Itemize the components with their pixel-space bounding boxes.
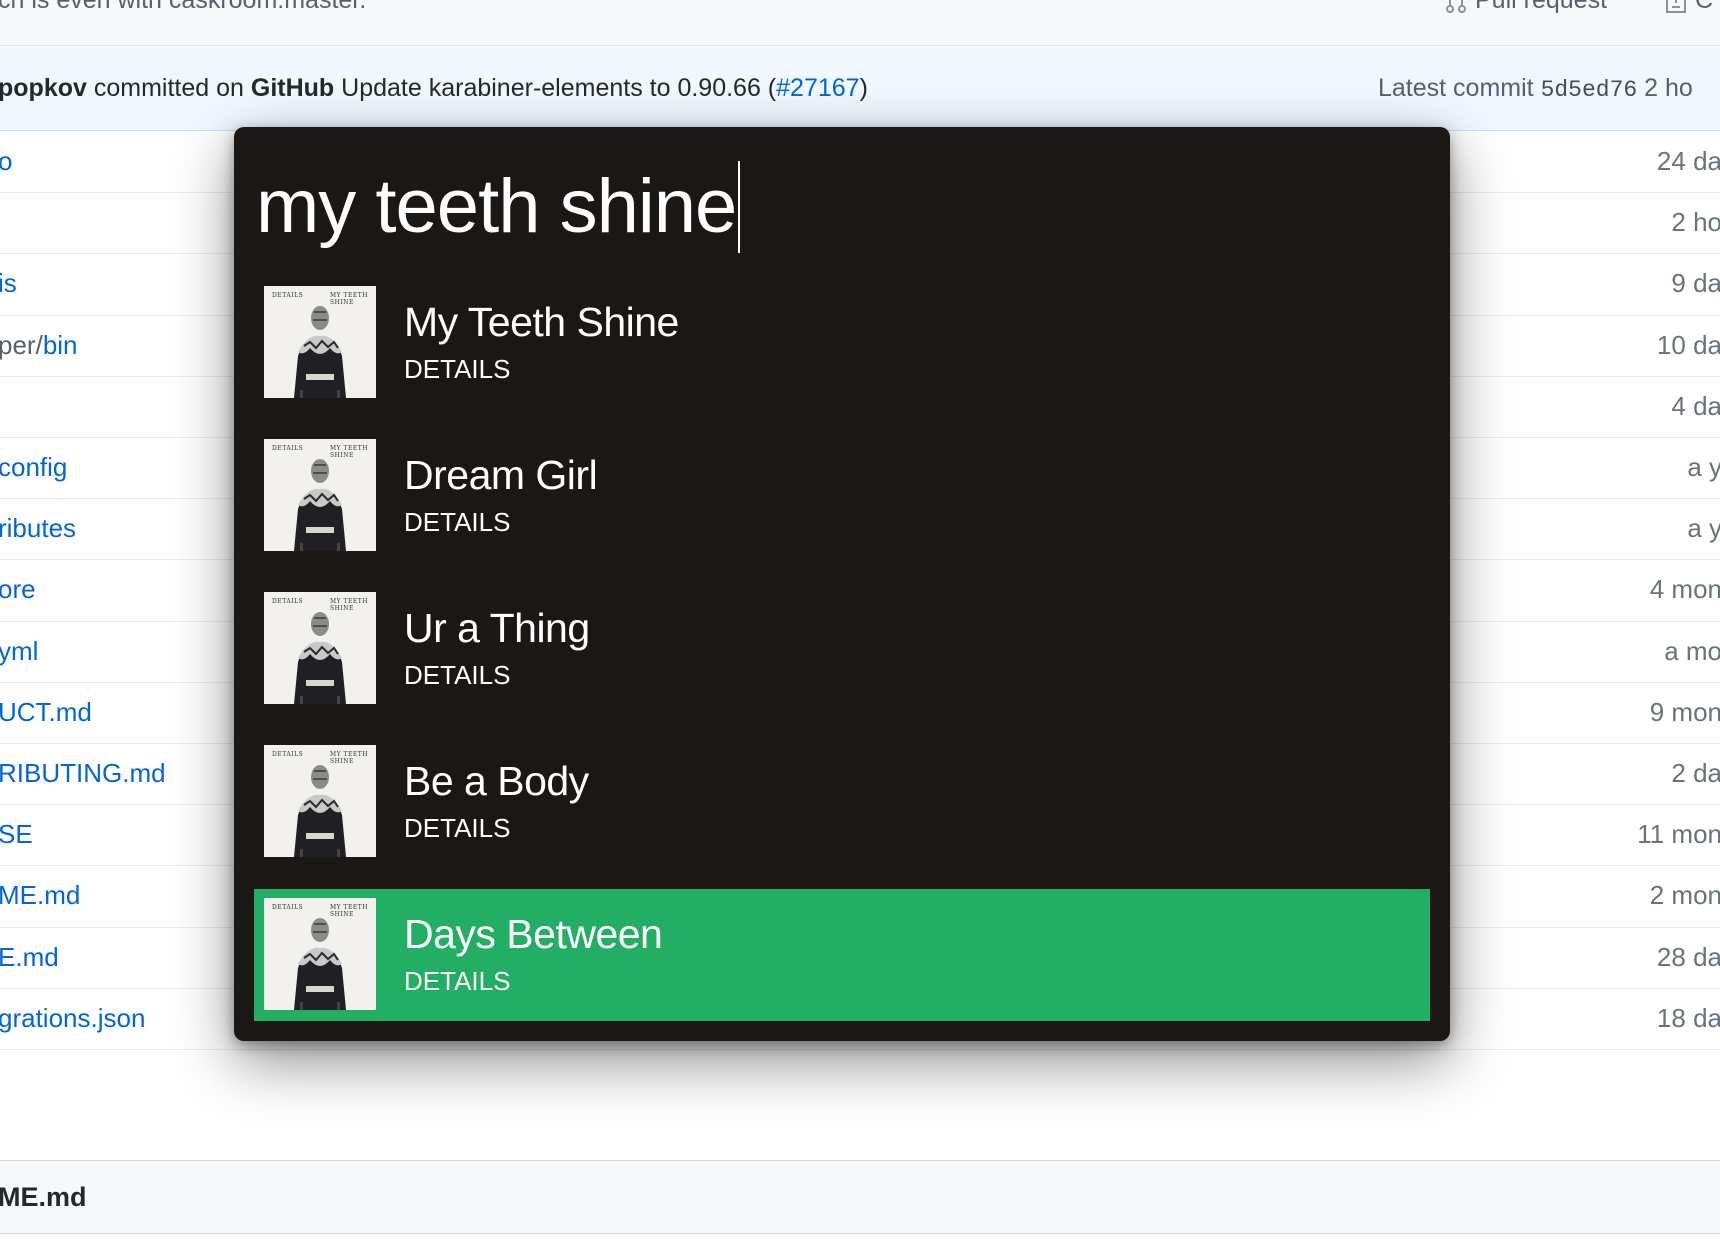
result-title: Days Between	[404, 911, 663, 957]
file-dir-prefix: per/	[0, 329, 43, 360]
file-name: o	[0, 146, 13, 176]
pull-request-icon	[1446, 0, 1466, 13]
search-launcher-panel: my teeth shine DETAILS MY TEETH SHINE My T…	[234, 127, 1450, 1041]
file-age: 2 da	[1671, 758, 1720, 788]
file-name: E.md	[0, 941, 59, 972]
search-result-item[interactable]: DETAILS MY TEETH SHINE Days Between DETAILS	[254, 889, 1430, 1021]
file-age: 10 da	[1656, 329, 1720, 360]
file-name-link[interactable]: is	[0, 253, 17, 314]
search-result-item[interactable]: DETAILS MY TEETH SHINE Dream Girl DETAILS	[254, 430, 1430, 562]
file-name: UCT.md	[0, 696, 92, 727]
latest-commit-info: Latest commit 5d5ed76 2 ho	[1378, 46, 1693, 132]
commit-sha[interactable]: 5d5ed76	[1541, 77, 1638, 103]
file-age: 2 ho	[1671, 207, 1720, 238]
file-name-link[interactable]: ributes	[0, 498, 76, 559]
file-age: 9 da	[1671, 268, 1720, 299]
album-art-thumbnail: DETAILS MY TEETH SHINE	[264, 439, 376, 551]
compare-button[interactable]: C	[1665, 0, 1713, 15]
search-result-item[interactable]: DETAILS MY TEETH SHINE Ur a Thing DETAILS	[254, 583, 1430, 715]
file-name: ME.md	[0, 880, 81, 911]
file-name-link[interactable]: grations.json	[0, 988, 145, 1049]
compare-label: C	[1695, 0, 1714, 14]
search-input[interactable]: my teeth shine	[256, 157, 741, 257]
file-age: 2 mon	[1649, 880, 1720, 911]
file-age: 9 mon	[1649, 696, 1720, 727]
file-age: 24 da	[1656, 146, 1720, 176]
file-name: yml	[0, 635, 39, 666]
file-age: a y	[1687, 452, 1720, 482]
pull-request-button[interactable]: Pull request	[1445, 0, 1607, 15]
compare-icon	[1666, 0, 1686, 13]
file-name-link[interactable]: ore	[0, 559, 36, 620]
album-art-thumbnail: DETAILS MY TEETH SHINE	[264, 898, 376, 1010]
pull-request-label: Pull request	[1475, 0, 1608, 14]
file-name-link[interactable]: UCT.md	[0, 682, 92, 743]
album-art-thumbnail: DETAILS MY TEETH SHINE	[264, 745, 376, 857]
album-art-text-right: MY TEETH SHINE	[330, 445, 369, 459]
result-title: Be a Body	[404, 758, 589, 804]
file-name: SE	[0, 819, 33, 850]
album-art-text-right: MY TEETH SHINE	[330, 904, 369, 918]
album-art-thumbnail: DETAILS MY TEETH SHINE	[264, 286, 376, 398]
file-name: bin	[42, 329, 78, 360]
file-age: 18 da	[1656, 1002, 1720, 1033]
result-title: Dream Girl	[404, 452, 598, 498]
commit-platform: GitHub	[250, 74, 335, 102]
file-name-link[interactable]: RIBUTING.md	[0, 743, 166, 804]
file-name: ore	[0, 574, 36, 605]
file-name: is	[0, 268, 17, 299]
file-age: 4 da	[1671, 390, 1720, 421]
branch-status-text: ch is even with caskroom:master.	[0, 0, 367, 14]
latest-commit-label: Latest commit	[1378, 74, 1534, 102]
file-age: a y	[1687, 513, 1720, 544]
file-age: a mo	[1664, 635, 1720, 666]
commit-message[interactable]: Update karabiner-elements to 0.90.66 (	[341, 74, 776, 102]
search-results-list: DETAILS MY TEETH SHINE My Teeth Shine DETAI…	[254, 277, 1430, 1042]
album-art-text-right: MY TEETH SHINE	[330, 598, 369, 612]
readme-title[interactable]: ME.md	[0, 1161, 87, 1233]
file-name-link[interactable]: o	[0, 131, 12, 192]
commit-summary: popkov committed on GitHub Update karabi…	[0, 46, 868, 130]
commit-message-end: )	[859, 74, 868, 102]
file-age: 11 mon	[1637, 819, 1720, 850]
search-query-text: my teeth shine	[256, 164, 737, 249]
file-name-link[interactable]: ME.md	[0, 865, 80, 926]
album-art-text-left: DETAILS	[272, 445, 304, 452]
file-name-link[interactable]: config	[0, 437, 67, 498]
latest-commit-bar: popkov committed on GitHub Update karabi…	[0, 46, 1720, 131]
file-name-link[interactable]: yml	[0, 621, 38, 682]
album-art-text-right: MY TEETH SHINE	[330, 751, 369, 765]
commit-verb: committed on	[93, 74, 244, 102]
readme-header: ME.md	[0, 1160, 1720, 1234]
result-subtitle: DETAILS	[404, 354, 511, 384]
commit-age: 2 ho	[1644, 74, 1693, 102]
result-subtitle: DETAILS	[404, 660, 511, 690]
result-subtitle: DETAILS	[404, 507, 511, 537]
album-art-text-left: DETAILS	[272, 904, 304, 911]
album-art-text-left: DETAILS	[272, 292, 304, 299]
text-caret	[738, 161, 741, 253]
commit-author[interactable]: popkov	[0, 74, 87, 102]
file-age: 28 da	[1656, 941, 1720, 972]
result-title: Ur a Thing	[404, 605, 590, 651]
search-result-item[interactable]: DETAILS MY TEETH SHINE My Teeth Shine DETAI…	[254, 277, 1430, 409]
file-name-link[interactable]: SE	[0, 804, 33, 865]
album-art-text-right: MY TEETH SHINE	[330, 292, 369, 306]
album-art-thumbnail: DETAILS MY TEETH SHINE	[264, 592, 376, 704]
result-subtitle: DETAILS	[404, 966, 511, 996]
commit-pr-link[interactable]: #27167	[776, 74, 859, 102]
file-name: grations.json	[0, 1002, 146, 1033]
branch-status-bar: ch is even with caskroom:master. Pull re…	[0, 0, 1720, 46]
search-result-item[interactable]: DETAILS MY TEETH SHINE Be a Body DETAILS	[254, 736, 1430, 868]
file-name-link[interactable]: per/bin	[0, 315, 78, 376]
album-art-text-left: DETAILS	[272, 751, 304, 758]
file-name: ributes	[0, 513, 77, 544]
result-title: My Teeth Shine	[404, 299, 679, 345]
file-name: RIBUTING.md	[0, 758, 166, 788]
result-subtitle: DETAILS	[404, 813, 511, 843]
file-name-link[interactable]: E.md	[0, 927, 59, 988]
file-age: 4 mon	[1649, 574, 1720, 605]
file-name: config	[0, 452, 68, 482]
album-art-text-left: DETAILS	[272, 598, 304, 605]
